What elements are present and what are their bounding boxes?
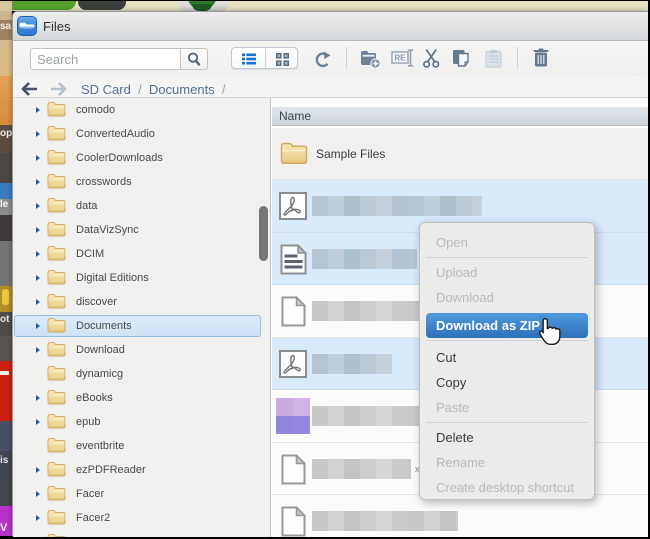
- svg-text:RE: RE: [394, 54, 406, 63]
